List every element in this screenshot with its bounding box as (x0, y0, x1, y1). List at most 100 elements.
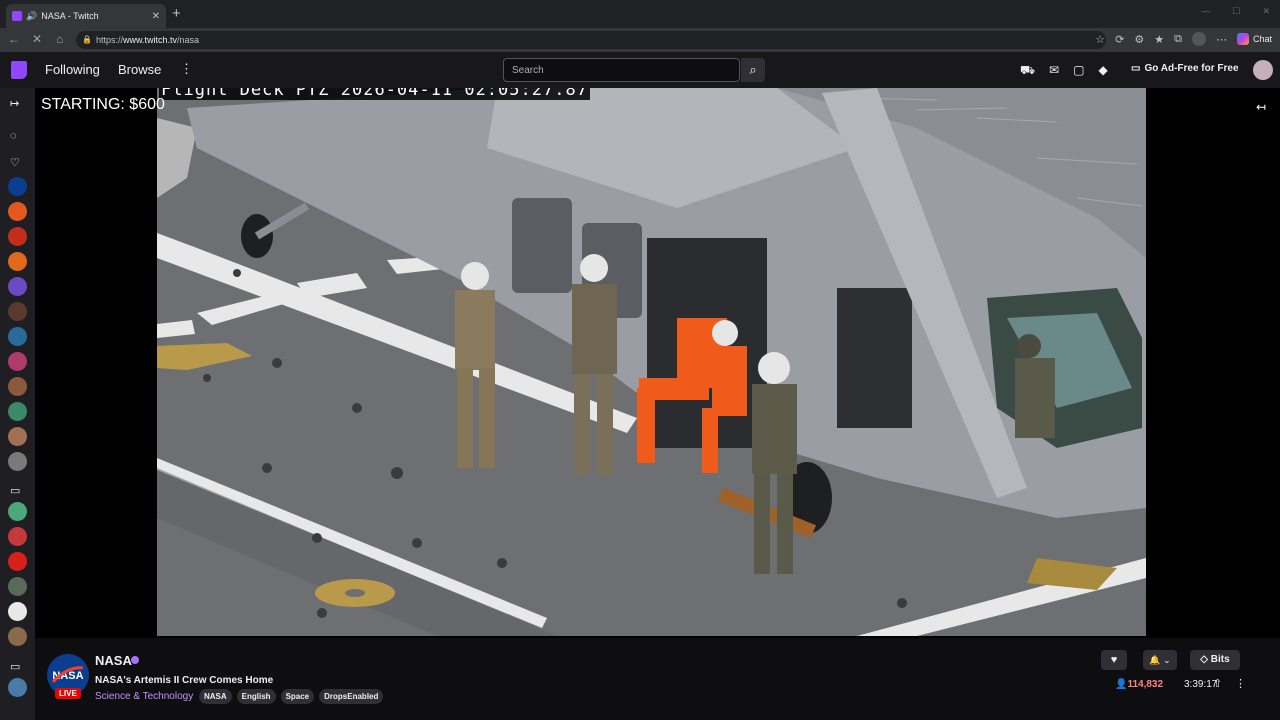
browser-tab-bar: 🔊 NASA - Twitch ✕ + — ☐ ✕ (0, 0, 1280, 28)
nav-icons: ⛟ ✉ ▢ ◆ (1020, 63, 1108, 79)
bits-label: Bits (1210, 654, 1230, 665)
speaker-icon[interactable]: 🔊 (26, 11, 37, 22)
user-avatar[interactable] (1253, 60, 1273, 80)
sidebar-channel-avatar[interactable] (8, 527, 27, 546)
follow-button[interactable]: ♥ (1101, 650, 1127, 670)
bits-button[interactable]: ◇ Bits (1190, 650, 1240, 670)
verified-badge-icon (131, 656, 139, 664)
sidebar-channel-avatar[interactable] (8, 277, 27, 296)
viewer-icon: 👤 (1115, 679, 1128, 690)
sidebar-channel-avatar[interactable] (8, 452, 27, 471)
sidebar-video-icon[interactable]: ▭ (10, 484, 20, 497)
sidebar-channel-avatar[interactable] (8, 352, 27, 371)
starting-overlay-text: STARTING: $600 (41, 96, 165, 113)
more-options-icon[interactable]: ⋮ (1235, 677, 1246, 690)
prime-loot-icon[interactable]: ⛟ (1020, 63, 1035, 79)
extensions-icon[interactable]: ⟳ (1115, 33, 1124, 46)
search-input[interactable]: Search (503, 58, 740, 82)
sidebar-video-icon[interactable]: ▭ (10, 660, 20, 673)
minimize-icon[interactable]: — (1201, 6, 1210, 17)
search-button[interactable]: ⌕ (741, 58, 765, 82)
sidebar-channel-avatar[interactable] (8, 327, 27, 346)
twitch-favicon-icon (12, 11, 22, 21)
collections-icon[interactable]: ⧉ (1174, 33, 1182, 46)
more-options-icon[interactable]: ⋮ (180, 61, 193, 77)
sidebar-channel-avatar[interactable] (8, 427, 27, 446)
url-field[interactable]: 🔒 https://www.twitch.tv/nasa (76, 31, 1106, 49)
bits-gem-icon: ◇ (1200, 654, 1208, 665)
tag-list: NASA English Space DropsEnabled (199, 689, 384, 704)
reload-icon[interactable]: ✕ (32, 32, 42, 46)
tag[interactable]: NASA (199, 689, 232, 704)
browser-toolbar-icons: ☆ ⟳ ⚙ ★ ⧉ ⋯ Chat (1095, 32, 1272, 46)
channel-info-bar: NASA LIVE NASA NASA's Artemis II Crew Co… (35, 638, 1280, 720)
sidebar-channel-avatar[interactable] (8, 302, 27, 321)
sidebar-channel-avatar[interactable] (8, 402, 27, 421)
for-you-icon[interactable]: ◌ (10, 130, 17, 142)
ad-free-label: Go Ad-Free for Free (1144, 63, 1239, 74)
video-frame[interactable]: Flight Deck PTZ 2026-04-11 02:05:27.87 (157, 88, 1146, 636)
maximize-icon[interactable]: ☐ (1232, 6, 1240, 17)
sidebar-channel-avatar[interactable] (8, 177, 27, 196)
chat-label: Chat (1252, 34, 1272, 44)
stream-title: NASA's Artemis II Crew Comes Home (95, 675, 274, 686)
go-ad-free-button[interactable]: ▭ Go Ad-Free for Free (1131, 63, 1239, 74)
sidebar-channel-avatar[interactable] (8, 377, 27, 396)
home-icon[interactable]: ⌂ (56, 32, 63, 46)
profile-avatar[interactable] (1191, 32, 1206, 46)
tag[interactable]: Space (280, 689, 315, 704)
url-path: /nasa (177, 35, 200, 45)
sidebar-channel-avatar[interactable] (8, 627, 27, 646)
chevron-down-icon: ⌄ (1163, 655, 1171, 665)
back-icon[interactable]: ← (8, 32, 20, 46)
share-icon[interactable]: ⇧ (1213, 677, 1222, 690)
whispers-icon[interactable]: ▢ (1073, 63, 1084, 79)
lock-icon: 🔒 (82, 35, 92, 44)
sidebar-channel-avatar[interactable] (8, 577, 27, 596)
sidebar-channel-avatar[interactable] (8, 227, 27, 246)
tag[interactable]: DropsEnabled (319, 689, 384, 704)
bits-icon[interactable]: ◆ (1099, 63, 1108, 79)
twitch-top-nav: Following Browse ⋮ Search ⌕ ⛟ ✉ ▢ ◆ ▭ Go … (0, 52, 1280, 88)
video-player[interactable]: Flight Deck PTZ 2026-04-11 02:05:27.87 S… (35, 88, 1280, 638)
heart-icon: ♥ (1110, 654, 1118, 666)
split-screen-icon[interactable]: ⚙ (1134, 33, 1144, 46)
collapse-chat-icon[interactable]: ↤ (1256, 100, 1266, 114)
followed-heart-icon[interactable]: ♡ (10, 156, 20, 169)
browser-tab[interactable]: 🔊 NASA - Twitch ✕ (6, 4, 166, 28)
browse-link[interactable]: Browse (118, 62, 161, 77)
twitch-logo-icon[interactable] (11, 61, 27, 79)
inbox-icon[interactable]: ✉ (1049, 63, 1059, 79)
sidebar-channel-avatar[interactable] (8, 202, 27, 221)
channel-name[interactable]: NASA (95, 653, 132, 668)
url-scheme: https:// (96, 35, 124, 45)
expand-sidebar-icon[interactable]: ↦ (10, 97, 19, 110)
copilot-chat-button[interactable]: Chat (1236, 33, 1272, 45)
viewer-count: 👤114,832 (1115, 679, 1163, 690)
sidebar-channel-avatar[interactable] (8, 252, 27, 271)
new-tab-button[interactable]: + (172, 5, 181, 22)
more-menu-icon[interactable]: ⋯ (1216, 33, 1227, 46)
tag[interactable]: English (236, 689, 276, 704)
tab-title: NASA - Twitch (41, 11, 99, 21)
url-host: www.twitch.tv (123, 35, 178, 45)
helicopter-deck-scene (157, 88, 1146, 636)
search-icon: ⌕ (749, 62, 757, 77)
close-window-icon[interactable]: ✕ (1262, 6, 1270, 17)
sidebar-channel-avatar[interactable] (8, 552, 27, 571)
live-badge: LIVE (55, 688, 81, 699)
notifications-button[interactable]: 🔔 ⌄ (1143, 650, 1177, 670)
bell-icon: 🔔 (1149, 655, 1161, 665)
camera-osd-text: Flight Deck PTZ 2026-04-11 02:05:27.87 (159, 88, 590, 100)
sidebar-channel-avatar[interactable] (8, 678, 27, 697)
sidebar-channel-avatar[interactable] (8, 502, 27, 521)
sidebar-channel-avatar[interactable] (8, 602, 27, 621)
favorite-star-icon[interactable]: ☆ (1095, 33, 1105, 46)
viewer-count-value: 114,832 (1127, 679, 1164, 690)
favorites-icon[interactable]: ★ (1154, 33, 1164, 46)
sidebar: ↦ ◌ ♡ ▭ ▭ (0, 88, 35, 720)
close-tab-icon[interactable]: ✕ (152, 11, 160, 22)
following-link[interactable]: Following (45, 62, 100, 77)
category-link[interactable]: Science & Technology (95, 691, 193, 702)
window-controls: — ☐ ✕ (1201, 6, 1270, 17)
